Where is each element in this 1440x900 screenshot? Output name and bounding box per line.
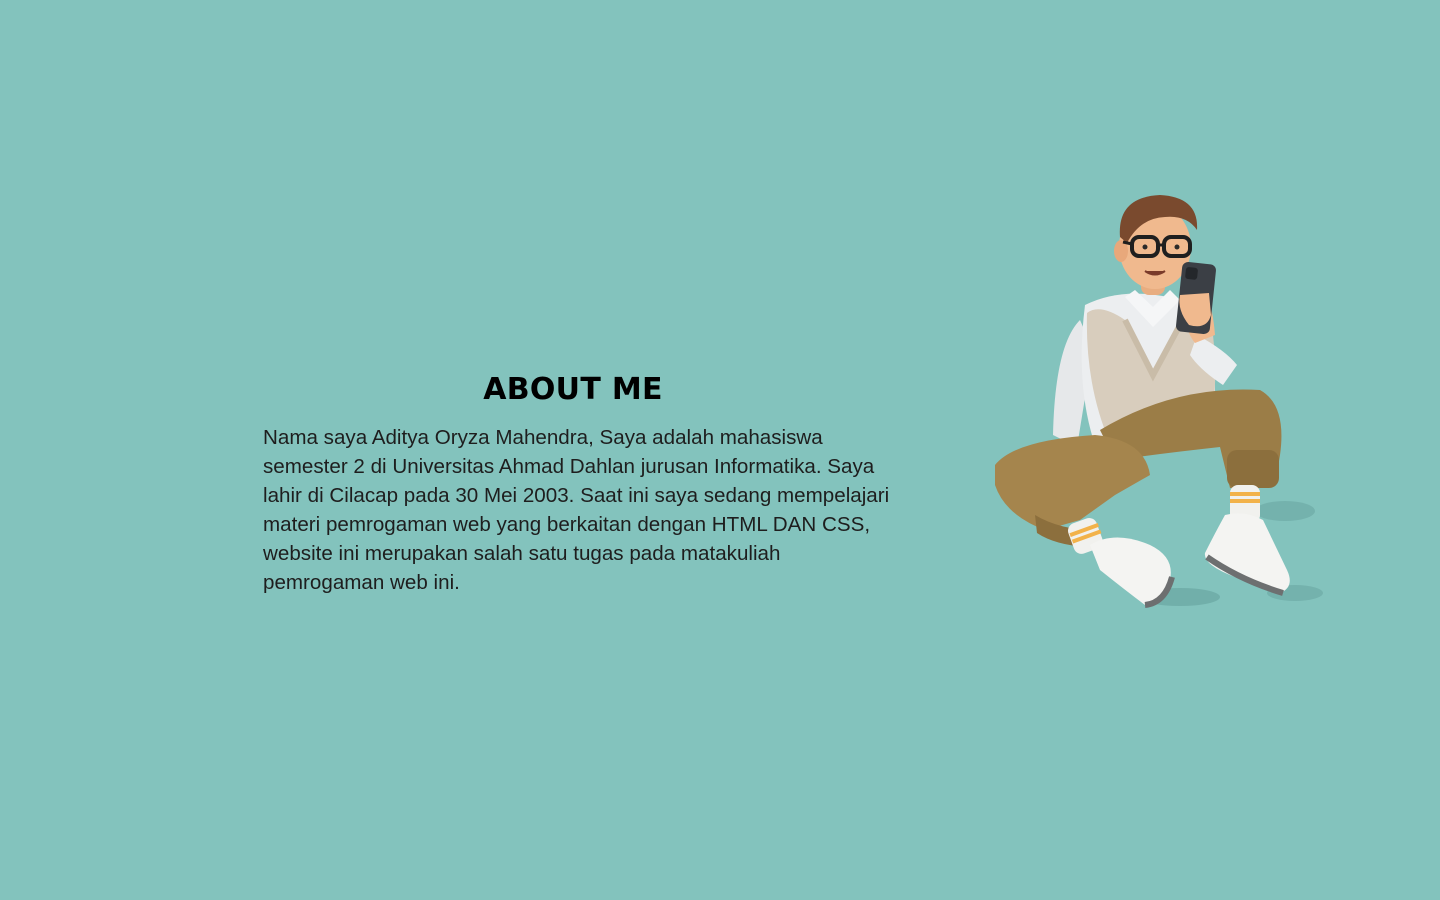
about-paragraph: Nama saya Aditya Oryza Mahendra, Saya ad… — [263, 426, 890, 594]
about-page: ABOUT ME Nama saya Aditya Oryza Mahendra… — [0, 0, 1440, 900]
about-title: ABOUT ME — [483, 372, 663, 407]
person-sitting-with-phone-icon — [995, 195, 1323, 608]
person-illustration — [975, 185, 1345, 625]
about-section: ABOUT ME Nama saya Aditya Oryza Mahendra… — [263, 370, 903, 597]
